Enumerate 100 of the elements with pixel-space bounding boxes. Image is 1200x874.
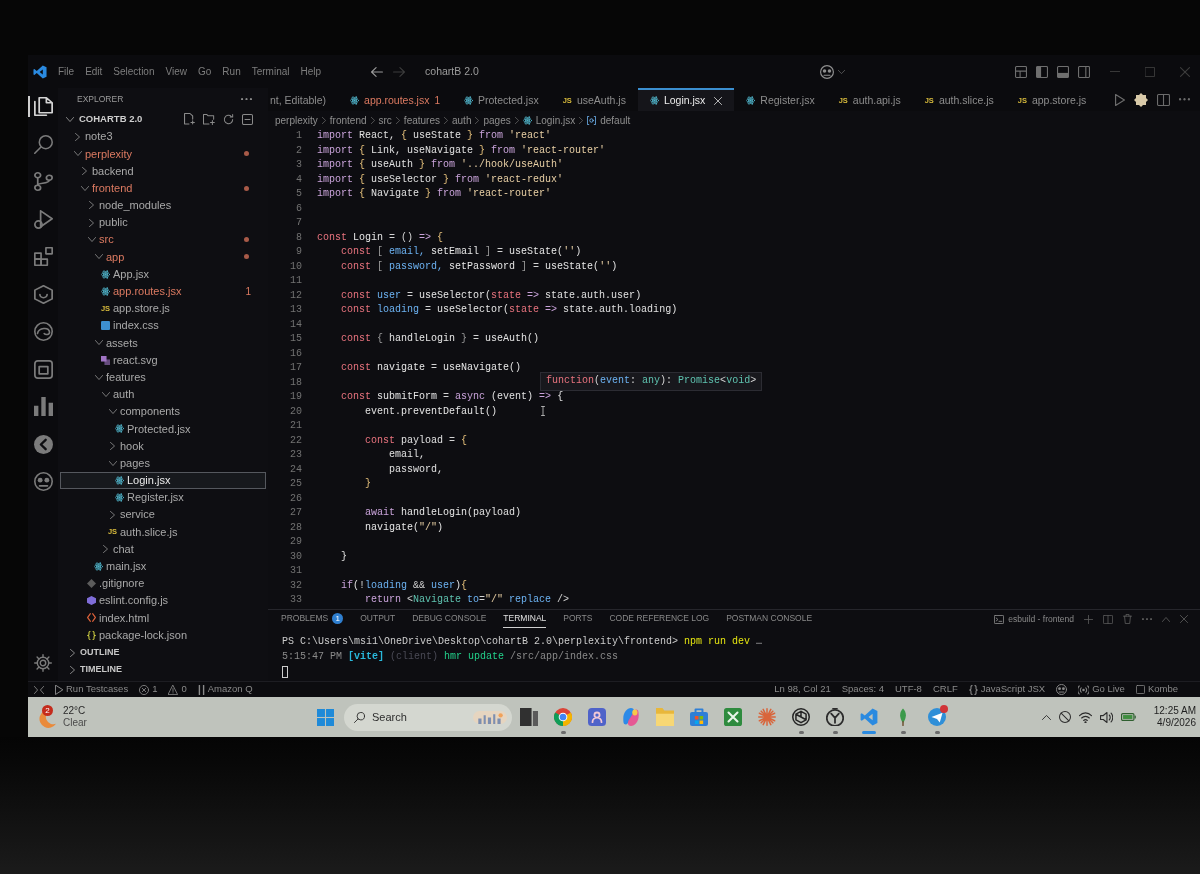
panel-tab[interactable]: TERMINAL	[503, 610, 547, 628]
tree-item[interactable]: app.routes.jsx 1	[60, 282, 266, 300]
breadcrumb-item[interactable]: perplexity	[275, 112, 318, 128]
rounded-square-icon[interactable]	[33, 359, 53, 379]
panel-tab[interactable]: PORTS	[563, 610, 593, 628]
search-icon[interactable]	[33, 134, 53, 154]
tree-item[interactable]: perplexity	[60, 145, 266, 163]
breadcrumb-item[interactable]: frontend	[329, 112, 367, 128]
tree-item[interactable]: App.jsx	[60, 265, 266, 283]
crossed-square-icon[interactable]	[724, 708, 742, 726]
tree-item[interactable]: public	[60, 213, 266, 232]
editor-tab[interactable]: nt, Editable)	[268, 88, 339, 111]
more-icon[interactable]	[1142, 617, 1152, 621]
status-item[interactable]: CRLF	[932, 682, 958, 697]
tree-item[interactable]: auth	[60, 385, 266, 403]
editor-tab[interactable]: Register.jsx	[734, 88, 827, 111]
blocks-icon[interactable]	[33, 247, 53, 267]
breadcrumb-item[interactable]: features	[403, 112, 440, 128]
section-header[interactable]: TIMELINE	[70, 662, 122, 677]
tree-item[interactable]: eslint.config.js	[60, 592, 266, 610]
speaker-icon[interactable]	[1099, 711, 1113, 723]
tree-item[interactable]: node_modules	[60, 196, 266, 214]
tree-item[interactable]: main.jsx	[60, 557, 266, 575]
breadcrumb-item[interactable]: auth	[452, 112, 472, 128]
face-icon[interactable]	[820, 64, 834, 79]
panel-tab[interactable]: POSTMAN CONSOLE	[726, 610, 813, 628]
panel-tab[interactable]: PROBLEMS 1	[281, 610, 344, 628]
menu-item[interactable]: View	[165, 64, 187, 79]
shopping-bag-icon[interactable]	[690, 708, 708, 726]
tree-item[interactable]: components	[60, 403, 266, 421]
collapse-icon[interactable]	[242, 113, 253, 125]
remote-chevrons-icon[interactable]	[34, 685, 44, 694]
triangle-circle-icon[interactable]	[33, 209, 53, 229]
tree-item[interactable]: chat	[60, 540, 266, 558]
menu-item[interactable]: Go	[198, 64, 212, 79]
editor-tab[interactable]: Login.jsx	[637, 88, 735, 111]
folder-header[interactable]: COHARTB 2.0	[66, 111, 143, 127]
split-editor-icon[interactable]	[1157, 93, 1170, 106]
arrow-circle-icon[interactable]	[33, 434, 53, 454]
tree-item[interactable]: service	[60, 506, 266, 524]
status-item[interactable]: Kombe	[1135, 682, 1178, 697]
more-icon[interactable]	[241, 97, 252, 101]
menu-item[interactable]: Terminal	[251, 64, 290, 79]
panel-tab[interactable]: CODE REFERENCE LOG	[609, 610, 710, 628]
layout-icon[interactable]	[1015, 65, 1027, 78]
tree-item[interactable]: assets	[60, 334, 266, 352]
status-item[interactable]: JavaScript JSX	[968, 682, 1046, 697]
bar-chart-icon[interactable]	[33, 397, 53, 417]
editor-tab[interactable]: app.routes.jsx 1	[338, 88, 452, 111]
tree-item[interactable]: react.svg	[60, 351, 266, 369]
menu-item[interactable]: File	[58, 64, 75, 79]
tree-item[interactable]: Login.jsx	[60, 471, 266, 489]
panel-toggle-icon[interactable]	[1057, 65, 1069, 78]
section-header[interactable]: OUTLINE	[70, 645, 120, 660]
tree-item[interactable]: backend	[60, 162, 266, 180]
tree-item[interactable]: note3	[60, 128, 266, 146]
breadcrumb-item[interactable]: pages	[483, 112, 511, 128]
menu-item[interactable]: Selection	[113, 64, 155, 79]
tree-item[interactable]: Protected.jsx	[60, 420, 266, 438]
tree-item[interactable]: index.html	[60, 609, 266, 627]
starburst-icon[interactable]	[758, 708, 776, 726]
tree-item[interactable]: Register.jsx	[60, 488, 266, 507]
more-icon[interactable]	[1179, 98, 1190, 101]
status-item[interactable]: 0	[168, 682, 187, 697]
task-view-icon[interactable]	[520, 708, 538, 726]
battery-icon[interactable]	[1120, 713, 1136, 721]
leaf-icon[interactable]	[899, 708, 907, 726]
colorful-blob-icon[interactable]	[622, 708, 640, 726]
paper-plane-icon[interactable]	[928, 708, 946, 726]
face-icon[interactable]	[33, 472, 53, 492]
status-item[interactable]: Run Testcases	[55, 682, 129, 697]
search-input[interactable]: Search	[372, 708, 448, 726]
tree-item[interactable]: frontend	[60, 179, 266, 197]
status-item[interactable]: Go Live	[1078, 682, 1125, 697]
secondary-sidebar-icon[interactable]	[1078, 65, 1090, 78]
tree-item[interactable]: package-lock.json	[60, 626, 266, 644]
refresh-icon[interactable]	[223, 113, 234, 125]
weather-widget[interactable]: 2 22°C Clear	[38, 705, 87, 729]
panel-tab[interactable]: DEBUG CONSOLE	[412, 610, 487, 628]
tree-item[interactable]: src	[60, 231, 266, 249]
new-folder-icon[interactable]	[203, 113, 215, 125]
colored-ring-icon[interactable]	[554, 708, 572, 726]
files-icon[interactable]	[33, 97, 53, 117]
status-item[interactable]: UTF-8	[895, 682, 922, 697]
face-icon[interactable]	[1056, 684, 1068, 695]
chevron-up-icon[interactable]	[1041, 714, 1051, 720]
new-file-icon[interactable]	[184, 113, 195, 125]
swirl-icon[interactable]	[33, 322, 53, 342]
search-box[interactable]: Search	[344, 703, 512, 731]
tree-item[interactable]: hook	[60, 437, 266, 455]
wifi-icon[interactable]	[1078, 711, 1092, 723]
menu-item[interactable]: Run	[222, 64, 241, 79]
status-item[interactable]: Amazon Q	[197, 682, 253, 697]
play-icon[interactable]	[1115, 93, 1125, 106]
tree-item[interactable]: .gitignore	[60, 574, 266, 593]
tree-item[interactable]: features	[60, 368, 266, 386]
person-tile-icon[interactable]	[588, 708, 606, 726]
slashed-circle-icon[interactable]	[1058, 711, 1071, 723]
sidebar-toggle-icon[interactable]	[1036, 65, 1048, 78]
panel-tab[interactable]: OUTPUT	[360, 610, 396, 628]
